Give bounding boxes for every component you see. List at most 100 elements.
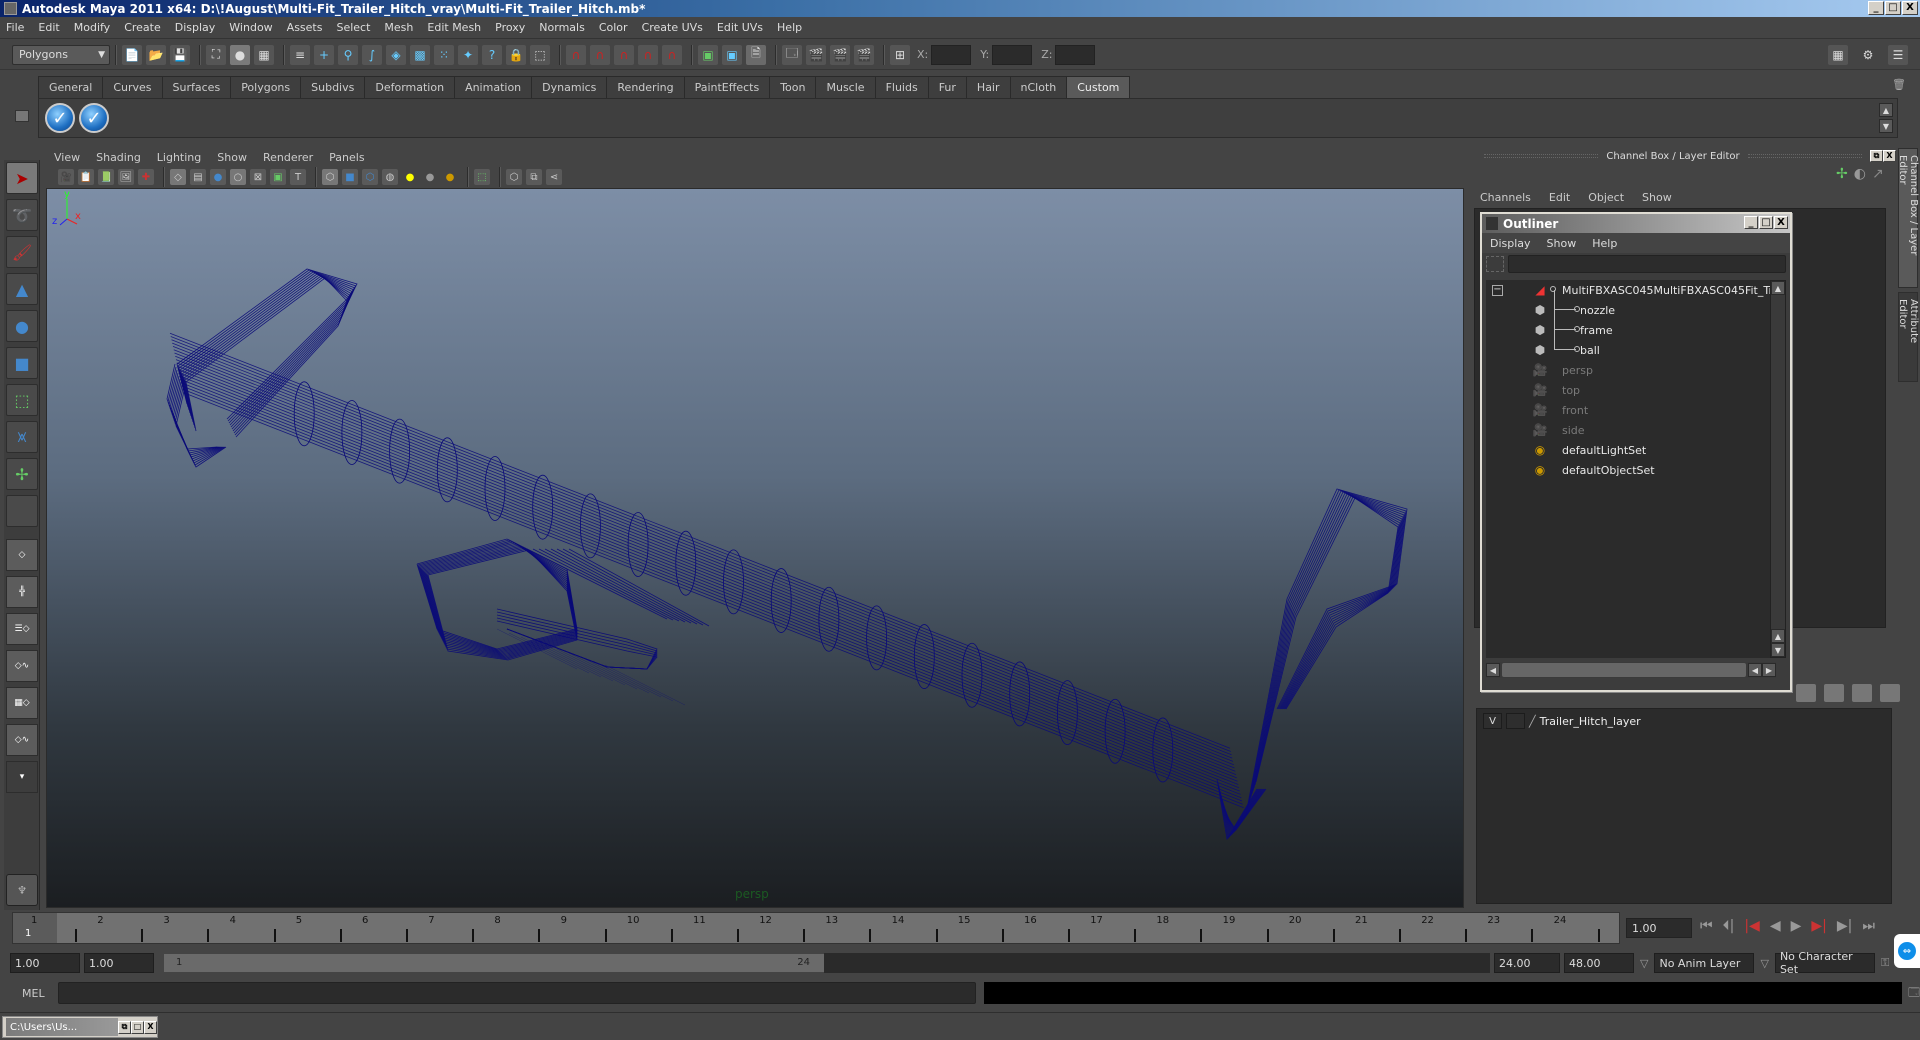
end-time-field[interactable]: 48.00 (1564, 953, 1634, 973)
menu-mesh[interactable]: Mesh (384, 21, 413, 34)
play-forwards-icon[interactable]: ▶ (1791, 918, 1802, 934)
render-settings-icon[interactable]: 🎬 (854, 44, 874, 65)
open-scene-icon[interactable]: 📂 (146, 44, 166, 65)
viewport-menu-show[interactable]: Show (217, 151, 247, 164)
maya-logo-button[interactable]: ♆ (6, 874, 38, 906)
input-ops-icon[interactable]: ▣ (698, 44, 718, 65)
layer-color-icon[interactable]: ╱ (1529, 715, 1536, 728)
start-time-field[interactable]: 1.00 (10, 953, 80, 973)
snap-point-icon[interactable]: ∩ (614, 44, 634, 65)
smooth-shade-icon[interactable]: ■ (342, 169, 358, 185)
cb-menu-channels[interactable]: Channels (1480, 191, 1531, 204)
outliner-item[interactable]: ⬢ ball (1486, 330, 1776, 360)
outliner-horizontal-scrollbar[interactable]: ◀ ◀ ▶ (1486, 662, 1776, 678)
scale-tool[interactable]: ■ (6, 347, 38, 379)
snap-view-plane-icon[interactable]: ∩ (638, 44, 658, 65)
pick-rendering-icon[interactable]: ✦ (458, 44, 478, 65)
move-tool[interactable]: ▲ (6, 273, 38, 305)
new-scene-icon[interactable]: 📄 (122, 44, 142, 65)
minimize-button[interactable]: _ (1868, 1, 1884, 15)
custom-shelf-button-1[interactable]: ✓ (45, 103, 75, 133)
rotate-tool[interactable]: ● (6, 310, 38, 342)
menu-set-dropdown[interactable]: Polygons ▼ (12, 44, 110, 65)
layout-four-view[interactable]: ╬ (6, 576, 38, 608)
move-layer-down-icon[interactable] (1824, 684, 1844, 702)
new-empty-layer-icon[interactable] (1852, 684, 1872, 702)
time-slider[interactable]: 1 1 2 3 4 5 6 7 8 9 10 11 12 13 14 15 16 17 18 19 20 21 22 23 2… (12, 912, 1620, 944)
arrow-icon[interactable]: ↗ (1872, 166, 1884, 182)
shelf-tab-subdivs[interactable]: Subdivs (300, 76, 366, 98)
shelf-tab-rendering[interactable]: Rendering (606, 76, 685, 98)
last-used-tool[interactable] (6, 495, 38, 527)
snap-grid-icon[interactable]: ∩ (566, 44, 586, 65)
shelf-tab-general[interactable]: General (38, 76, 104, 98)
playback-start-field[interactable]: 1.00 (84, 953, 154, 973)
layer-row[interactable]: V ╱ Trailer_Hitch_layer (1483, 713, 1641, 729)
outliner-item[interactable]: ◉ defaultObjectSet (1486, 460, 1776, 480)
viewport-menu-view[interactable]: View (54, 151, 80, 164)
chevron-down-icon[interactable]: ▽ (1640, 957, 1648, 970)
step-forward-frame-icon[interactable]: ▶| (1837, 918, 1852, 934)
outliner-item[interactable]: ◉ defaultLightSet (1486, 440, 1776, 460)
safe-title-icon[interactable]: T (290, 169, 306, 185)
shelf-tab-curves[interactable]: Curves (102, 76, 163, 98)
auto-key-icon[interactable]: ⚿ (1881, 956, 1889, 970)
range-slider[interactable]: 1 24 (164, 954, 824, 972)
camera-attributes-icon[interactable]: 📋 (78, 169, 94, 185)
scroll-right-icon[interactable]: ▶ (1762, 663, 1776, 677)
gate-mask-icon[interactable]: ○ (230, 169, 246, 185)
close-button[interactable]: X (144, 1020, 157, 1034)
menu-window[interactable]: Window (229, 21, 272, 34)
output-ops-icon[interactable]: ▣ (722, 44, 742, 65)
shelf-options[interactable] (10, 76, 34, 136)
command-language-label[interactable]: MEL (22, 987, 58, 1000)
menu-edit-uvs[interactable]: Edit UVs (717, 21, 763, 34)
show-attribute-editor-icon[interactable]: ▦ (1828, 44, 1848, 65)
select-object-icon[interactable]: ● (230, 44, 250, 65)
two-d-pan-zoom-icon[interactable]: ✚ (138, 169, 154, 185)
shelf-tab-ncloth[interactable]: nCloth (1009, 76, 1068, 98)
shelf-tab-polygons[interactable]: Polygons (230, 76, 302, 98)
shelf-tab-hair[interactable]: Hair (965, 76, 1011, 98)
menu-normals[interactable]: Normals (539, 21, 585, 34)
wireframe-on-shaded-icon[interactable]: ⬡ (362, 169, 378, 185)
outliner-item[interactable]: − ◢ MultiFBXASC045MultiFBXASC045Fit_Trai… (1486, 280, 1776, 300)
image-plane-icon[interactable]: 🖼 (118, 169, 134, 185)
step-back-key-icon[interactable]: |◀ (1744, 918, 1759, 934)
outliner-item[interactable]: 🎥 top (1486, 380, 1776, 400)
shelf-tab-custom[interactable]: Custom (1066, 76, 1131, 98)
menu-proxy[interactable]: Proxy (495, 21, 525, 34)
select-hierarchy-icon[interactable]: ⛶ (206, 44, 226, 65)
pick-misc-icon[interactable]: ? (482, 44, 502, 65)
shelf-tab-fur[interactable]: Fur (927, 76, 967, 98)
outliner-search-input[interactable] (1508, 255, 1786, 273)
manipulator-axis-icon[interactable]: ✢ (1836, 166, 1848, 182)
layer-name[interactable]: Trailer_Hitch_layer (1540, 715, 1641, 728)
filter-icon[interactable]: ≡ (290, 44, 310, 65)
lock-icon[interactable]: 🔒 (506, 44, 526, 65)
menu-edit[interactable]: Edit (38, 21, 59, 34)
outliner-item[interactable]: 🎥 front (1486, 400, 1776, 420)
field-chart-icon[interactable]: ⊠ (250, 169, 266, 185)
pick-deformations-icon[interactable]: ▩ (410, 44, 430, 65)
snap-curve-icon[interactable]: ∩ (590, 44, 610, 65)
menu-create[interactable]: Create (124, 21, 161, 34)
shelf-scroll-down[interactable]: ▼ (1879, 119, 1893, 133)
shelf-tab-muscle[interactable]: Muscle (815, 76, 876, 98)
trailer-hitch-wireframe[interactable] (47, 189, 1464, 908)
outliner-menu-display[interactable]: Display (1490, 237, 1531, 250)
outliner-title-bar[interactable]: Outliner _ □ X (1482, 214, 1790, 233)
viewport-menu-renderer[interactable]: Renderer (263, 151, 313, 164)
save-scene-icon[interactable]: 💾 (170, 44, 190, 65)
textured-icon[interactable]: ◍ (382, 169, 398, 185)
cb-menu-show[interactable]: Show (1642, 191, 1672, 204)
current-time-field[interactable]: 1.00 (1626, 918, 1692, 938)
layout-more-dropdown[interactable]: ▾ (6, 761, 38, 793)
outliner-menu-show[interactable]: Show (1547, 237, 1577, 250)
pick-handles-icon[interactable]: + (314, 44, 334, 65)
xray-components-icon[interactable]: ⋖ (546, 169, 562, 185)
scroll-thumb[interactable] (1502, 663, 1746, 677)
move-layer-up-icon[interactable] (1796, 684, 1816, 702)
soft-modification-tool[interactable]: ⩙ (6, 421, 38, 453)
select-tool[interactable]: ➤ (6, 162, 38, 194)
